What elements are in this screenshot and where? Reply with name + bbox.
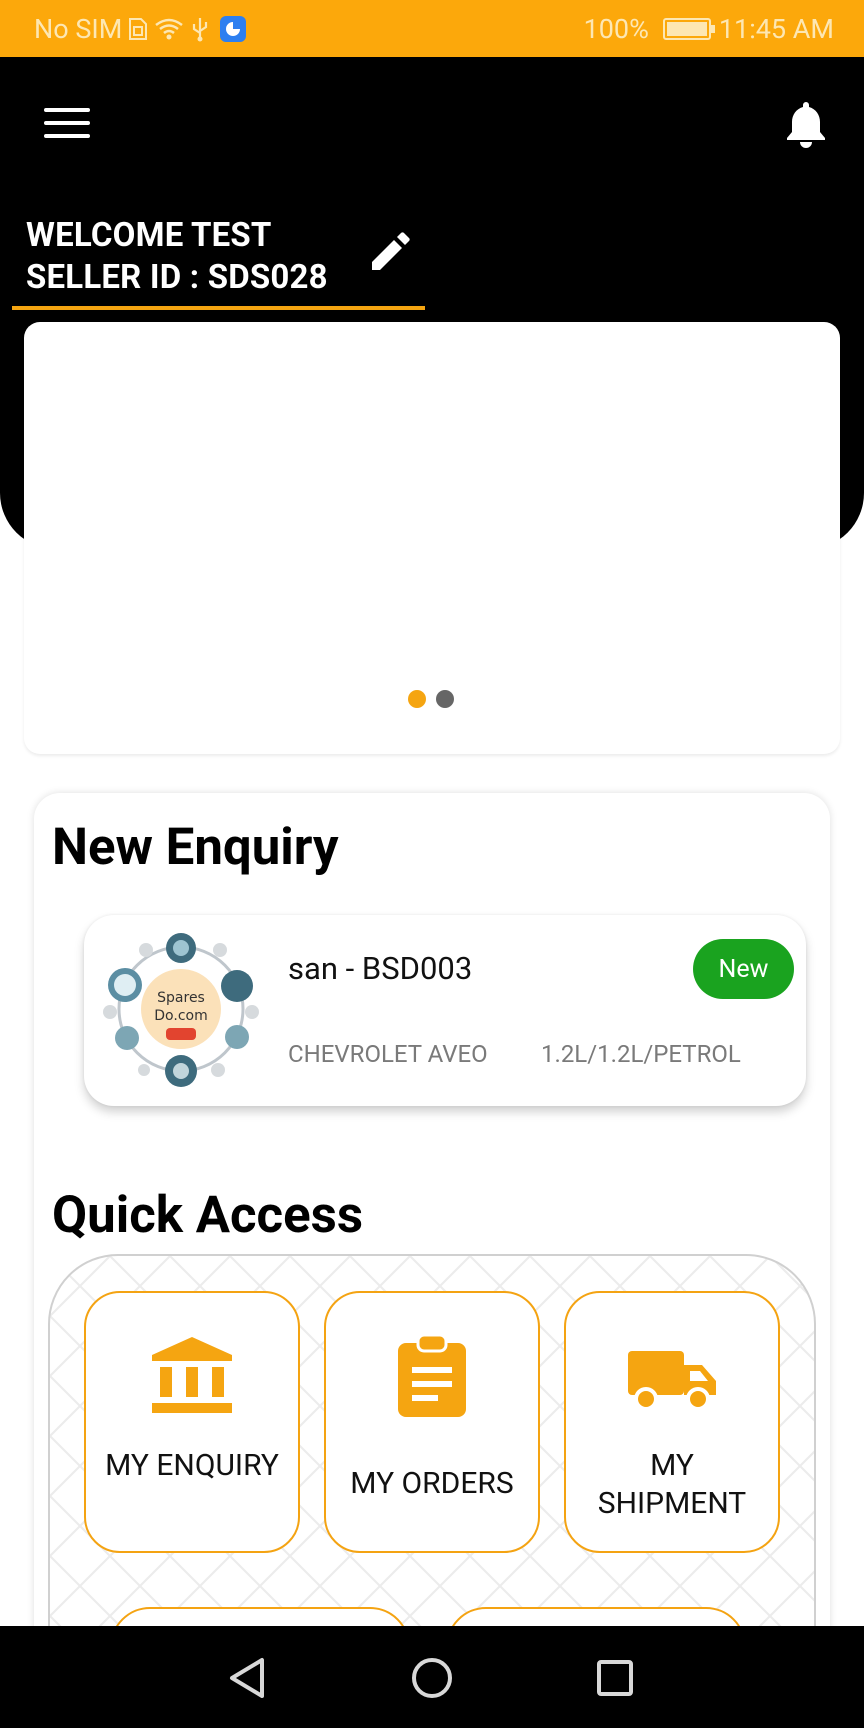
status-right: 100% 11:45 AM bbox=[584, 13, 834, 45]
sparesdo-logo: Spares Do.com bbox=[103, 933, 259, 1087]
battery-percent: 100% bbox=[583, 12, 649, 45]
my-orders-button[interactable]: MY ORDERS bbox=[324, 1291, 540, 1553]
home-icon[interactable] bbox=[400, 1646, 464, 1710]
carousel-dot[interactable] bbox=[436, 690, 454, 708]
my-enquiry-button[interactable]: MY ENQUIRY bbox=[84, 1291, 300, 1553]
notification-bell-icon[interactable] bbox=[782, 98, 830, 150]
battery-icon bbox=[662, 17, 715, 40]
enquiry-name: san - BSD003 bbox=[288, 950, 473, 987]
new-enquiry-title: New Enquiry bbox=[52, 818, 339, 877]
usb-icon bbox=[193, 17, 208, 41]
menu-icon[interactable] bbox=[44, 108, 90, 140]
clock-text: 11:45 AM bbox=[718, 12, 834, 45]
carrier-text: No SIM bbox=[34, 12, 123, 45]
carousel-dot-active[interactable] bbox=[408, 690, 426, 708]
my-orders-label: MY ORDERS bbox=[350, 1466, 514, 1501]
recents-icon[interactable] bbox=[583, 1646, 647, 1710]
my-shipment-button[interactable]: MY SHIPMENT bbox=[564, 1291, 780, 1553]
edit-icon[interactable] bbox=[366, 230, 412, 276]
enquiry-vehicle: CHEVROLET AVEO bbox=[288, 1040, 488, 1068]
my-enquiry-label: MY ENQUIRY bbox=[105, 1448, 279, 1483]
enquiry-engine: 1.2L/1.2L/PETROL bbox=[541, 1040, 741, 1068]
clipboard-icon bbox=[398, 1333, 466, 1417]
seller-id-text: SELLER ID : SDS028 bbox=[26, 258, 328, 297]
wifi-icon bbox=[155, 18, 184, 39]
welcome-block: WELCOME TEST SELLER ID : SDS028 bbox=[12, 212, 425, 310]
my-shipment-label: MY SHIPMENT bbox=[597, 1448, 747, 1521]
status-left: No SIM bbox=[34, 12, 247, 45]
status-bar: No SIM 100% 11:45 AM bbox=[0, 0, 864, 57]
status-badge: New bbox=[693, 939, 794, 999]
app-screen: { "status_bar": { "left_text": "No SIM",… bbox=[0, 0, 864, 1728]
system-nav-bar bbox=[0, 1626, 864, 1728]
carousel-indicator bbox=[408, 690, 454, 708]
back-icon[interactable] bbox=[216, 1646, 280, 1710]
welcome-text: WELCOME TEST bbox=[26, 216, 272, 255]
svg-text:Spares: Spares bbox=[157, 990, 205, 1006]
truck-icon bbox=[628, 1351, 716, 1411]
app-notification-icon bbox=[220, 15, 247, 42]
svg-text:Do.com: Do.com bbox=[154, 1008, 207, 1024]
bank-icon bbox=[152, 1337, 232, 1413]
sim-icon bbox=[129, 17, 148, 40]
quick-access-title: Quick Access bbox=[52, 1186, 364, 1245]
